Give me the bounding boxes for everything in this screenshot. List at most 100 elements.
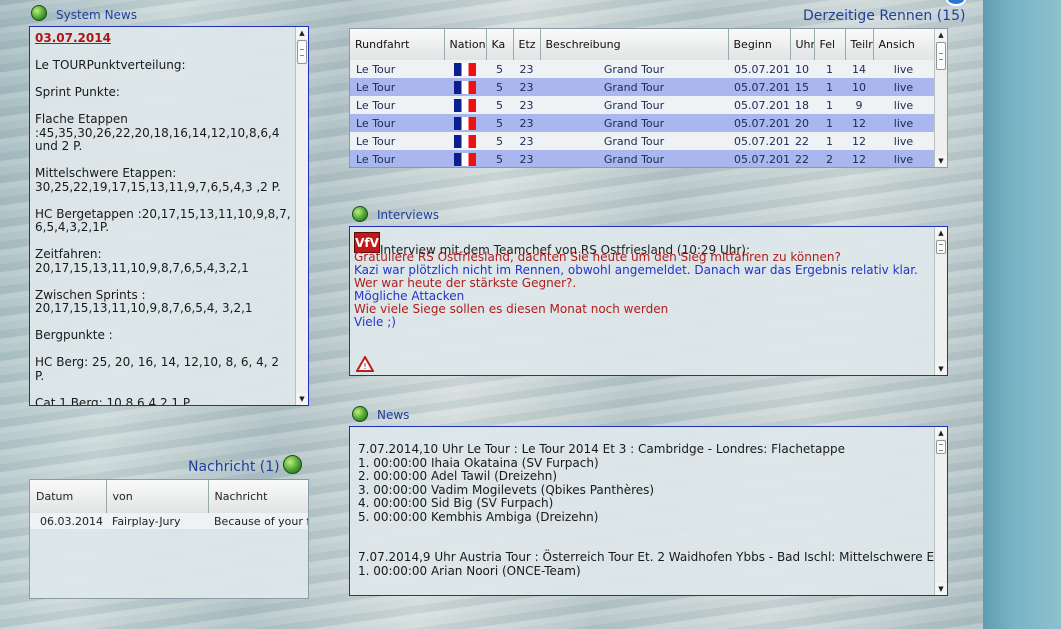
race-view-link[interactable]: live — [873, 78, 934, 96]
system-news-scrollbar[interactable]: ▲ ▼ — [295, 27, 308, 405]
column-header[interactable]: Etz — [513, 29, 541, 60]
message-date: 06.03.2014 — [30, 513, 106, 529]
race-description: Grand Tour — [540, 78, 728, 96]
scroll-down-arrow-icon[interactable]: ▼ — [935, 155, 947, 167]
warning-icon[interactable]: ! — [356, 356, 374, 372]
news-paragraph: Sprint Punkte: — [35, 85, 120, 99]
race-description: Grand Tour — [540, 132, 728, 150]
nation-flag — [444, 96, 486, 114]
race-field: 2 — [814, 150, 845, 167]
globe-icon — [352, 206, 368, 222]
scroll-thumb[interactable] — [936, 42, 946, 70]
column-header[interactable]: Rundfahrt — [350, 29, 445, 60]
race-field: 1 — [814, 96, 845, 114]
scroll-up-arrow-icon[interactable]: ▲ — [935, 29, 947, 41]
race-description: Grand Tour — [540, 114, 728, 132]
interviews-scrollbar[interactable]: ▲ ▼ — [934, 227, 947, 375]
race-row[interactable]: Le Tour 523Grand Tour05.07.201422112live — [350, 132, 934, 150]
race-row[interactable]: Le Tour 523Grand Tour05.07.201415110live — [350, 78, 934, 96]
race-row[interactable]: Le Tour 523Grand Tour05.07.20141819live — [350, 96, 934, 114]
interview-answer: Viele ;) — [354, 315, 396, 329]
race-start-date: 05.07.2014 — [728, 114, 790, 132]
news-scrollbar[interactable]: ▲ ▼ — [934, 427, 947, 595]
race-description: Grand Tour — [540, 60, 728, 78]
column-header[interactable]: Beginn — [728, 29, 791, 60]
race-stages: 23 — [513, 132, 540, 150]
globe-search-icon[interactable] — [283, 455, 302, 474]
race-participants: 14 — [845, 60, 873, 78]
column-header[interactable]: Nation — [444, 29, 487, 60]
races-panel: Rundfahrt Nation Ka Etz Beschreibung Beginn Uh… — [349, 28, 948, 168]
race-category: 5 — [486, 150, 513, 167]
nation-flag — [444, 60, 486, 78]
scroll-up-arrow-icon[interactable]: ▲ — [935, 227, 947, 239]
scroll-thumb[interactable] — [936, 440, 946, 454]
races-scrollbar[interactable]: ▲ ▼ — [934, 29, 947, 167]
column-header[interactable]: Uhr — [790, 29, 815, 60]
interviews-title: Interviews — [377, 208, 440, 222]
scroll-down-arrow-icon[interactable]: ▼ — [935, 363, 947, 375]
scroll-down-arrow-icon[interactable]: ▼ — [935, 583, 947, 595]
nation-flag — [444, 150, 486, 167]
news-title: News — [377, 408, 410, 422]
column-header[interactable]: Fel — [814, 29, 846, 60]
news-date[interactable]: 03.07.2014 — [35, 31, 292, 46]
news-headline: 7.07.2014,10 Uhr Le Tour : Le Tour 2014 … — [358, 442, 845, 456]
messages-title: Nachricht (1) — [188, 459, 280, 475]
race-view-link[interactable]: live — [873, 96, 934, 114]
race-participants: 12 — [845, 114, 873, 132]
news-paragraph: Flache Etappen :45,35,30,26,22,20,18,16,… — [35, 112, 280, 153]
interviews-content: VfVInterview mit dem Teamchef von RS Ost… — [354, 232, 931, 329]
race-hour: 22 — [790, 132, 814, 150]
column-header[interactable]: Ka — [486, 29, 514, 60]
race-row[interactable]: Le Tour 523Grand Tour05.07.201410114live — [350, 60, 934, 78]
race-category: 5 — [486, 60, 513, 78]
race-view-link[interactable]: live — [873, 132, 934, 150]
scroll-down-arrow-icon[interactable]: ▼ — [296, 393, 308, 405]
france-flag-icon — [454, 80, 476, 94]
race-stages: 23 — [513, 150, 540, 167]
column-header[interactable]: Beschreibung — [540, 29, 729, 60]
news-block: 7.07.2014,9 Uhr Austria Tour : Österreic… — [358, 550, 947, 578]
scroll-thumb[interactable] — [297, 40, 307, 64]
svg-text:!: ! — [363, 362, 366, 371]
globe-icon — [31, 5, 47, 21]
scroll-up-arrow-icon[interactable]: ▲ — [935, 427, 947, 439]
race-start-date: 05.07.2014 — [728, 96, 790, 114]
news-result-line: 4. 00:00:00 Sid Big (SV Furpach) — [358, 496, 554, 510]
messages-panel: Datum von Nachricht 06.03.2014 Fairplay-Jur… — [29, 479, 309, 599]
message-text: Because of your f — [208, 513, 308, 529]
news-paragraph: Mittelschwere Etappen: 30,25,22,19,17,15… — [35, 166, 281, 194]
news-panel: 7.07.2014,10 Uhr Le Tour : Le Tour 2014 … — [349, 426, 948, 596]
race-category: 5 — [486, 114, 513, 132]
race-category: 5 — [486, 132, 513, 150]
race-name: Le Tour — [350, 60, 444, 78]
column-header[interactable]: Ansich — [873, 29, 935, 60]
race-name: Le Tour — [350, 114, 444, 132]
race-stages: 23 — [513, 96, 540, 114]
column-header[interactable]: Nachricht — [208, 480, 308, 513]
nation-flag — [444, 114, 486, 132]
race-name: Le Tour — [350, 78, 444, 96]
column-header[interactable]: Datum — [30, 480, 107, 513]
race-stages: 23 — [513, 60, 540, 78]
race-field: 1 — [814, 114, 845, 132]
race-row[interactable]: Le Tour523Grand Tour05.07.201422212live — [350, 150, 934, 167]
message-row[interactable]: 06.03.2014 Fairplay-Jury Because of your f — [30, 513, 308, 529]
news-paragraph: HC Berg: 25, 20, 16, 14, 12,10, 8, 6, 4,… — [35, 355, 280, 383]
race-view-link[interactable]: live — [873, 150, 934, 167]
message-sender: Fairplay-Jury — [106, 513, 208, 529]
scroll-up-arrow-icon[interactable]: ▲ — [296, 27, 308, 39]
race-row[interactable]: Le Tour 523Grand Tour05.07.201420112live — [350, 114, 934, 132]
france-flag-icon — [454, 62, 476, 76]
column-header[interactable]: Teilr — [845, 29, 874, 60]
column-header[interactable]: von — [106, 480, 209, 513]
news-result-line: 5. 00:00:00 Kembhis Ambiga (Dreizehn) — [358, 509, 599, 524]
race-view-link[interactable]: live — [873, 114, 934, 132]
race-description: Grand Tour — [540, 150, 728, 167]
news-result-line: 3. 00:00:00 Vadim Mogilevets (Qbikes Pan… — [358, 482, 655, 497]
news-result-line: 2. 00:00:00 Adel Tawil (Dreizehn) — [358, 469, 557, 483]
scroll-thumb[interactable] — [936, 240, 946, 254]
race-view-link[interactable]: live — [873, 60, 934, 78]
race-hour: 22 — [790, 150, 814, 167]
